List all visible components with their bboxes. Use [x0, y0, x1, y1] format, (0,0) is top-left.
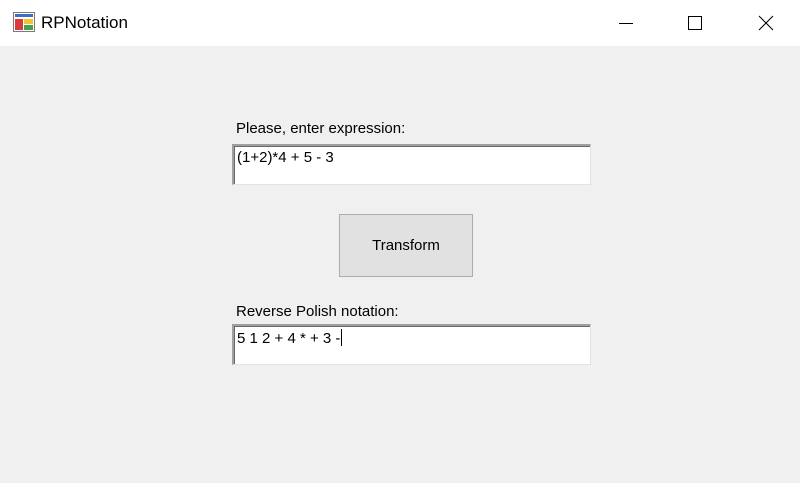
winforms-app-icon: [13, 12, 35, 32]
minimize-button[interactable]: [597, 0, 655, 46]
expression-label: Please, enter expression:: [236, 120, 406, 137]
close-icon: [758, 15, 774, 31]
transform-button-label: Transform: [372, 237, 440, 254]
expression-input[interactable]: (1+2)*4 + 5 - 3: [232, 144, 591, 185]
expression-value: (1+2)*4 + 5 - 3: [237, 149, 334, 166]
window-title: RPNotation: [41, 13, 128, 32]
maximize-button[interactable]: [666, 0, 724, 46]
transform-button[interactable]: Transform: [339, 214, 473, 277]
text-caret: [341, 329, 343, 346]
rpn-label: Reverse Polish notation:: [236, 303, 399, 320]
app-window: RPNotation Please, enter expression: (1+…: [0, 0, 800, 483]
minimize-icon: [619, 23, 633, 24]
close-button[interactable]: [737, 0, 795, 46]
rpn-value: 5 1 2 + 4 * + 3 -: [237, 330, 341, 347]
rpn-output-field[interactable]: 5 1 2 + 4 * + 3 -: [232, 324, 591, 365]
maximize-icon: [688, 16, 702, 30]
title-bar[interactable]: RPNotation: [0, 0, 800, 46]
